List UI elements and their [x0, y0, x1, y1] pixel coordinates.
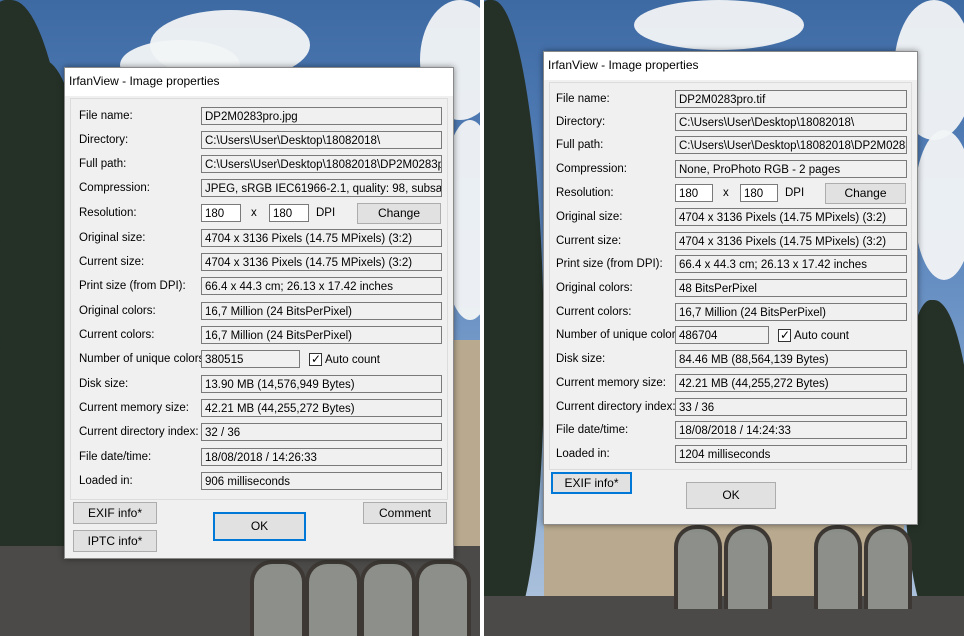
label-print-size: Print size (from DPI):	[79, 280, 186, 292]
label-disk-size: Disk size:	[556, 353, 606, 365]
resolution-separator: x	[251, 207, 257, 219]
resolution-y-input[interactable]: 180	[269, 204, 309, 222]
ok-button[interactable]: OK	[213, 512, 306, 541]
label-original-colors: Original colors:	[79, 305, 156, 317]
comment-button[interactable]: Comment	[363, 502, 447, 524]
dialog-title: IrfanView - Image properties	[548, 58, 699, 72]
resolution-y-input[interactable]: 180	[740, 184, 778, 202]
label-current-colors: Current colors:	[556, 306, 632, 318]
value-original-colors[interactable]: 48 BitsPerPixel	[675, 279, 907, 297]
value-file-name[interactable]: DP2M0283pro.tif	[675, 90, 907, 108]
label-file-name: File name:	[79, 110, 133, 122]
label-resolution: Resolution:	[79, 207, 137, 219]
value-full-path[interactable]: C:\Users\User\Desktop\18082018\DP2M0283p…	[201, 155, 442, 173]
auto-count-checkbox[interactable]	[778, 327, 791, 343]
value-full-path[interactable]: C:\Users\User\Desktop\18082018\DP2M0283p…	[675, 136, 907, 154]
value-disk-size[interactable]: 84.46 MB (88,564,139 Bytes)	[675, 350, 907, 368]
exif-info-button[interactable]: EXIF info*	[73, 502, 157, 524]
label-loaded-in: Loaded in:	[556, 448, 610, 460]
dialog-titlebar[interactable]: IrfanView - Image properties	[544, 52, 917, 80]
value-directory-index[interactable]: 32 / 36	[201, 423, 442, 441]
auto-count-label[interactable]: Auto count	[325, 354, 380, 366]
value-original-size[interactable]: 4704 x 3136 Pixels (14.75 MPixels) (3:2)	[675, 208, 907, 226]
dialog-titlebar[interactable]: IrfanView - Image properties	[65, 68, 453, 96]
label-file-date: File date/time:	[556, 424, 629, 436]
value-original-colors[interactable]: 16,7 Million (24 BitsPerPixel)	[201, 302, 442, 320]
label-unique-colors: Number of unique colors:	[79, 353, 208, 365]
resolution-x-input[interactable]: 180	[675, 184, 713, 202]
label-file-date: File date/time:	[79, 451, 152, 463]
value-directory-index[interactable]: 33 / 36	[675, 398, 907, 416]
resolution-separator: x	[723, 187, 729, 199]
label-full-path: Full path:	[556, 139, 604, 151]
label-current-size: Current size:	[79, 256, 145, 268]
value-memory-size[interactable]: 42.21 MB (44,255,272 Bytes)	[201, 399, 442, 417]
label-print-size: Print size (from DPI):	[556, 258, 663, 270]
label-loaded-in: Loaded in:	[79, 475, 133, 487]
iptc-info-button[interactable]: IPTC info*	[73, 530, 157, 552]
value-loaded-in[interactable]: 1204 milliseconds	[675, 445, 907, 463]
value-current-size[interactable]: 4704 x 3136 Pixels (14.75 MPixels) (3:2)	[675, 232, 907, 250]
dpi-label: DPI	[316, 207, 336, 219]
value-unique-colors[interactable]: 380515	[201, 350, 300, 368]
resolution-x-input[interactable]: 180	[201, 204, 241, 222]
value-unique-colors[interactable]: 486704	[675, 326, 769, 344]
auto-count-label[interactable]: Auto count	[794, 330, 849, 342]
label-directory-index: Current directory index:	[79, 426, 199, 438]
label-memory-size: Current memory size:	[79, 402, 189, 414]
label-original-size: Original size:	[556, 211, 623, 223]
label-resolution: Resolution:	[556, 187, 614, 199]
value-directory[interactable]: C:\Users\User\Desktop\18082018\	[201, 131, 442, 149]
value-current-colors[interactable]: 16,7 Million (24 BitsPerPixel)	[201, 326, 442, 344]
ok-button[interactable]: OK	[686, 482, 776, 509]
value-current-colors[interactable]: 16,7 Million (24 BitsPerPixel)	[675, 303, 907, 321]
label-compression: Compression:	[79, 182, 150, 194]
label-compression: Compression:	[556, 163, 627, 175]
label-unique-colors: Number of unique colors:	[556, 329, 685, 341]
value-file-date[interactable]: 18/08/2018 / 14:26:33	[201, 448, 442, 466]
value-file-name[interactable]: DP2M0283pro.jpg	[201, 107, 442, 125]
exif-info-button[interactable]: EXIF info*	[551, 472, 632, 494]
change-button[interactable]: Change	[825, 183, 906, 204]
value-compression[interactable]: JPEG, sRGB IEC61966-2.1, quality: 98, su…	[201, 179, 442, 197]
image-properties-dialog-right: IrfanView - Image properties File name: …	[543, 51, 918, 525]
label-directory: Directory:	[79, 134, 129, 146]
label-memory-size: Current memory size:	[556, 377, 666, 389]
value-current-size[interactable]: 4704 x 3136 Pixels (14.75 MPixels) (3:2)	[201, 253, 442, 271]
dialog-title: IrfanView - Image properties	[69, 74, 220, 88]
value-directory[interactable]: C:\Users\User\Desktop\18082018\	[675, 113, 907, 131]
label-file-name: File name:	[556, 93, 610, 105]
image-properties-dialog-left: IrfanView - Image properties File name: …	[64, 67, 454, 559]
label-original-size: Original size:	[79, 232, 146, 244]
label-full-path: Full path:	[79, 158, 127, 170]
label-directory: Directory:	[556, 116, 606, 128]
label-current-colors: Current colors:	[79, 329, 155, 341]
label-directory-index: Current directory index:	[556, 401, 676, 413]
value-memory-size[interactable]: 42.21 MB (44,255,272 Bytes)	[675, 374, 907, 392]
value-loaded-in[interactable]: 906 milliseconds	[201, 472, 442, 490]
label-disk-size: Disk size:	[79, 378, 129, 390]
value-print-size[interactable]: 66.4 x 44.3 cm; 26.13 x 17.42 inches	[201, 277, 442, 295]
value-disk-size[interactable]: 13.90 MB (14,576,949 Bytes)	[201, 375, 442, 393]
value-print-size[interactable]: 66.4 x 44.3 cm; 26.13 x 17.42 inches	[675, 255, 907, 273]
change-button[interactable]: Change	[357, 203, 441, 224]
value-file-date[interactable]: 18/08/2018 / 14:24:33	[675, 421, 907, 439]
auto-count-checkbox[interactable]	[309, 351, 322, 367]
dpi-label: DPI	[785, 187, 805, 199]
value-original-size[interactable]: 4704 x 3136 Pixels (14.75 MPixels) (3:2)	[201, 229, 442, 247]
label-current-size: Current size:	[556, 235, 622, 247]
label-original-colors: Original colors:	[556, 282, 633, 294]
value-compression[interactable]: None, ProPhoto RGB - 2 pages	[675, 160, 907, 178]
